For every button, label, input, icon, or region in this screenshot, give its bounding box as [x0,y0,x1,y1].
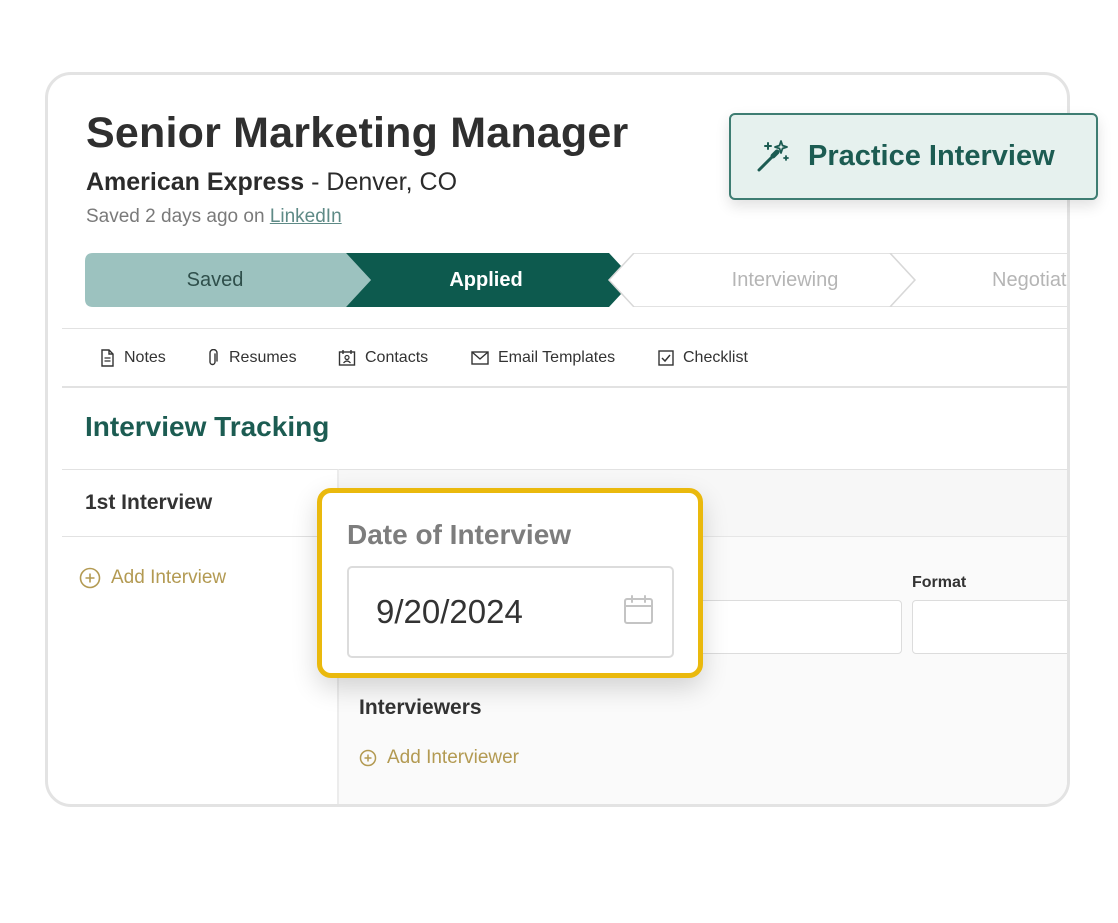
document-icon [101,349,114,367]
tab-checklist[interactable]: Checklist [658,329,748,387]
section-title: Interview Tracking [85,411,330,442]
stage-applied[interactable]: Applied [355,253,617,307]
stage-saved[interactable]: Saved [85,253,345,307]
source-link[interactable]: LinkedIn [270,206,342,227]
date-of-interview-input[interactable]: 9/20/2024 [347,566,674,658]
status-pipeline: Saved Applied Interviewing Negotiating [85,253,1067,307]
format-field[interactable] [912,600,1067,654]
interview-list: 1st Interview Add Interview [62,469,339,804]
tab-resumes[interactable]: Resumes [206,329,297,387]
company-line: American Express - Denver, CO [86,168,457,197]
calendar-icon[interactable] [623,594,654,625]
company-name: American Express [86,168,305,196]
company-separator: - [304,168,327,196]
plus-circle-icon [359,749,377,767]
tab-resumes-label: Resumes [229,349,297,366]
interviewers-label: Interviewers [359,696,482,719]
add-interview-button[interactable]: Add Interview [79,567,226,589]
saved-info: Saved 2 days ago on LinkedIn [86,206,342,228]
add-interviewer-button[interactable]: Add Interviewer [359,747,519,769]
practice-interview-label: Practice Interview [808,140,1055,172]
date-of-interview-popup: Date of Interview 9/20/2024 [317,488,703,678]
magic-wand-icon [757,140,789,172]
tab-email-templates-label: Email Templates [498,349,616,366]
checkbox-icon [658,350,674,366]
date-of-interview-title: Date of Interview [347,519,572,550]
tab-email-templates[interactable]: Email Templates [471,329,615,387]
tab-notes[interactable]: Notes [100,329,166,387]
contact-card-icon [338,350,356,366]
tab-notes-label: Notes [124,349,166,366]
date-field[interactable] [679,600,902,654]
interview-tab-1[interactable]: 1st Interview [62,470,339,537]
saved-prefix: Saved 2 days ago on [86,206,270,227]
tab-checklist-label: Checklist [683,349,748,366]
tab-contacts-label: Contacts [365,349,429,366]
format-label: Format [912,574,967,591]
envelope-icon [471,351,489,365]
add-interviewer-label: Add Interviewer [387,747,520,768]
add-interview-label: Add Interview [111,567,227,588]
job-location: Denver, CO [326,168,458,196]
detail-tabs: Notes Resumes Contacts Email Templates C… [62,328,1067,388]
date-value: 9/20/2024 [376,593,523,630]
stage-interviewing[interactable]: Interviewing [635,253,935,307]
stage-negotiating[interactable]: Negotiating [955,253,1067,307]
plus-circle-icon [79,567,101,589]
job-title: Senior Marketing Manager [86,109,629,157]
stage: Senior Marketing Manager American Expres… [0,0,1118,923]
paperclip-icon [209,349,218,366]
tab-contacts[interactable]: Contacts [338,329,428,387]
practice-interview-button[interactable]: Practice Interview [729,113,1098,200]
